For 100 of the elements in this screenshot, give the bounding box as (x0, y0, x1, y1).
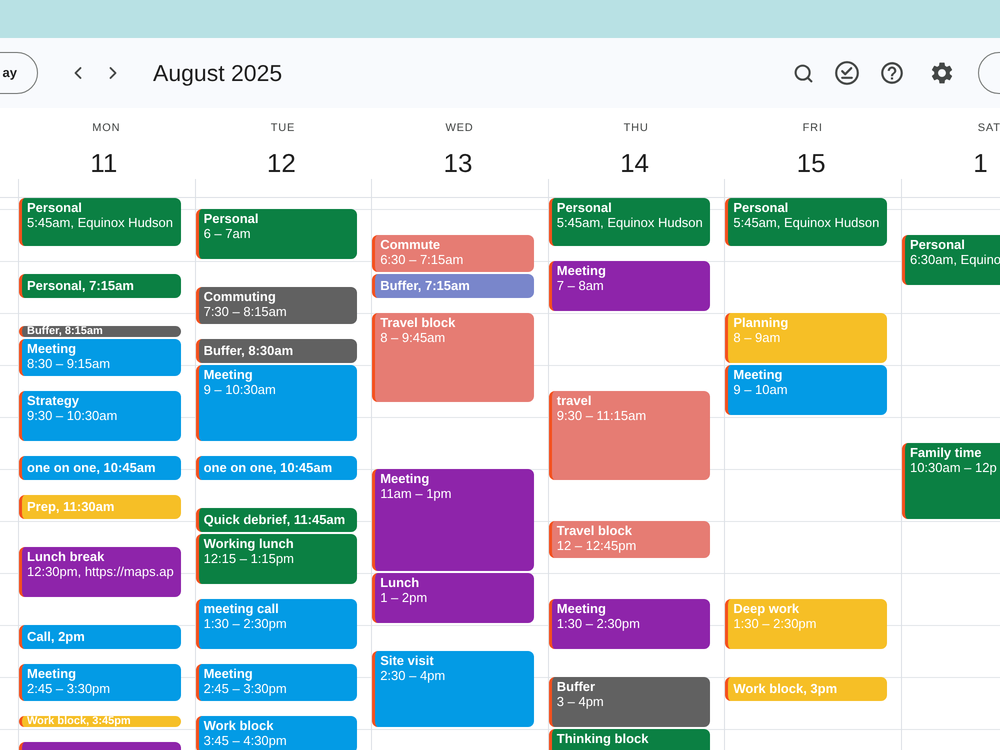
event-title: Personal, 7:15am (27, 278, 134, 293)
event-title: Thinking block (556, 731, 649, 746)
calendar-event[interactable]: Travel block 8 – 9:45am (372, 313, 534, 402)
event-title: Buffer, 8:15am (27, 326, 103, 337)
day-number[interactable]: 14 (620, 147, 649, 179)
event-title: Meeting (733, 367, 782, 382)
day-number[interactable]: 15 (796, 147, 826, 179)
event-time: 5:45am, Equinox Hudson (27, 215, 173, 230)
calendar-event[interactable]: Thinking block (548, 729, 710, 750)
event-title: Meeting (204, 666, 253, 681)
event-time: 9:30 – 10:30am (27, 408, 118, 423)
calendar-event[interactable]: Family time 10:30am – 12p (902, 443, 1000, 519)
calendar-event[interactable]: Meeting 2:45 – 3:30pm (19, 664, 181, 701)
event-time: 10:30am – 12p (910, 460, 997, 475)
calendar-event[interactable]: Meeting 11am – 1pm (372, 469, 534, 571)
calendar-event[interactable]: Meeting 2:45 – 3:30pm (196, 664, 358, 701)
task-check-icon (835, 61, 859, 85)
calendar-event[interactable]: Lunch 1 – 2pm (372, 573, 534, 623)
event-title: Meeting (556, 601, 606, 616)
event-title: travel (556, 393, 592, 408)
event-time: 12 – 12:45pm (556, 538, 636, 553)
event-time: 2:30 – 4pm (380, 668, 446, 683)
calendar-event[interactable]: Meeting 9 – 10:30am (196, 365, 358, 441)
month-title: August 2025 (153, 59, 282, 87)
calendar-event[interactable]: Personal 5:45am, Equinox Hudson (725, 198, 887, 246)
event-title: Buffer (556, 679, 596, 694)
event-title: Meeting (556, 263, 606, 278)
day-number[interactable]: 1 (973, 147, 988, 179)
calendar-event[interactable]: Personal 6 – 7am (196, 209, 358, 259)
calendar-event[interactable]: Personal 5:45am, Equinox Hudson (19, 198, 181, 246)
event-title: Prep, 11:30am (27, 499, 114, 514)
event-title: Strategy (27, 393, 80, 408)
weekday-label: MON (92, 121, 120, 135)
event-title: Planning (733, 315, 788, 330)
event-title: Meeting (27, 341, 76, 356)
calendar-event[interactable]: Buffer, 8:30am (196, 339, 358, 363)
calendar-event[interactable]: Lunch break 12:30pm, https://maps.ap (19, 547, 181, 597)
calendar-event[interactable]: Working lunch 12:15 – 1:15pm (196, 534, 358, 584)
event-title: Quick debrief, 11:45am (204, 512, 346, 527)
event-time: 8 – 9:45am (380, 330, 446, 345)
calendar-event[interactable]: Commute 6:30 – 7:15am (372, 235, 534, 272)
event-title: Personal (556, 200, 612, 215)
calendar-event[interactable]: Call, 2pm (19, 625, 181, 649)
calendar-event[interactable]: travel 9:30 – 11:15am (548, 391, 710, 480)
day-number[interactable]: 12 (266, 147, 296, 179)
event-title: Call, 2pm (27, 629, 85, 644)
event-time: 12:30pm, https://maps.ap (27, 564, 174, 579)
event-time: 1:30 – 2:30pm (204, 616, 287, 631)
event-title: Lunch break (27, 549, 104, 564)
day-number[interactable]: 13 (443, 147, 472, 179)
calendar-event[interactable]: Meeting 8:30 – 9:15am (19, 339, 181, 376)
event-title: one on one, 10:45am (204, 460, 332, 475)
calendar-event[interactable]: Strategy 9:30 – 10:30am (19, 391, 181, 441)
event-time: 12:15 – 1:15pm (204, 551, 294, 566)
event-title: Work block, 3:45pm (27, 716, 131, 727)
calendar-event[interactable]: Buffer 3 – 4pm (548, 677, 710, 727)
event-title: Commute (380, 237, 440, 252)
calendar-event[interactable]: one on one, 10:45am (196, 456, 358, 480)
calendar-event[interactable]: Travel block 12 – 12:45pm (548, 521, 710, 558)
event-time: 6:30 – 7:15am (380, 252, 464, 267)
event-time: 2:45 – 3:30pm (204, 681, 287, 696)
event-time: 3 – 4pm (556, 694, 604, 709)
help-icon (879, 60, 905, 86)
event-title: meeting call (204, 601, 279, 616)
event-title: Personal (204, 211, 259, 226)
event-time: 3:45 – 4:30pm (204, 733, 287, 748)
event-title: Meeting (380, 471, 430, 486)
calendar-event[interactable]: Site visit 2:30 – 4pm (372, 651, 534, 727)
event-title: Travel block (556, 523, 632, 538)
event-title: Work block, 3pm (733, 681, 838, 696)
calendar-event[interactable]: Work block 3:45 – 4:30pm (196, 716, 358, 750)
event-title: one on one, 10:45am (27, 460, 156, 475)
event-time: 5:45am, Equinox Hudson (556, 215, 703, 230)
today-button[interactable]: ay (0, 52, 38, 94)
event-time: 8:30 – 9:15am (27, 356, 110, 371)
event-time: 2:45 – 3:30pm (27, 681, 110, 696)
event-time: 1:30 – 2:30pm (733, 616, 816, 631)
calendar-event[interactable]: Quick debrief, 11:45am (196, 508, 358, 532)
calendar-event[interactable]: Meeting 9 – 10am (725, 365, 887, 415)
event-title: Family time (910, 445, 982, 460)
event-title: Meeting (27, 666, 76, 681)
weekday-label: THU (624, 121, 649, 135)
calendar-event[interactable]: Commuting 7:30 – 8:15am (196, 287, 358, 324)
event-title: Site visit (380, 653, 434, 668)
event-title: Working lunch (204, 536, 294, 551)
calendar-event[interactable]: Buffer, 7:15am (372, 274, 534, 298)
weekday-label: FRI (802, 121, 823, 135)
day-number[interactable]: 11 (90, 147, 118, 179)
weekday-label: WED (445, 121, 474, 135)
calendar-event[interactable]: Personal, 7:15am (19, 274, 181, 298)
calendar-event[interactable]: one on one, 10:45am (19, 456, 181, 480)
calendar-event[interactable]: Buffer, 8:15am (19, 326, 181, 337)
event-title: Buffer, 7:15am (380, 278, 470, 293)
event-time: 1:30 – 2:30pm (556, 616, 640, 631)
search-icon (792, 62, 814, 84)
event-title: Personal (910, 237, 965, 252)
calendar-event[interactable]: Meeting 1:30 – 2:30pm (548, 599, 710, 649)
calendar-event[interactable]: meeting call 1:30 – 2:30pm (196, 599, 358, 649)
calendar-event[interactable]: Personal 5:45am, Equinox Hudson (548, 198, 710, 246)
calendar-event[interactable]: Meeting 7 – 8am (548, 261, 710, 311)
